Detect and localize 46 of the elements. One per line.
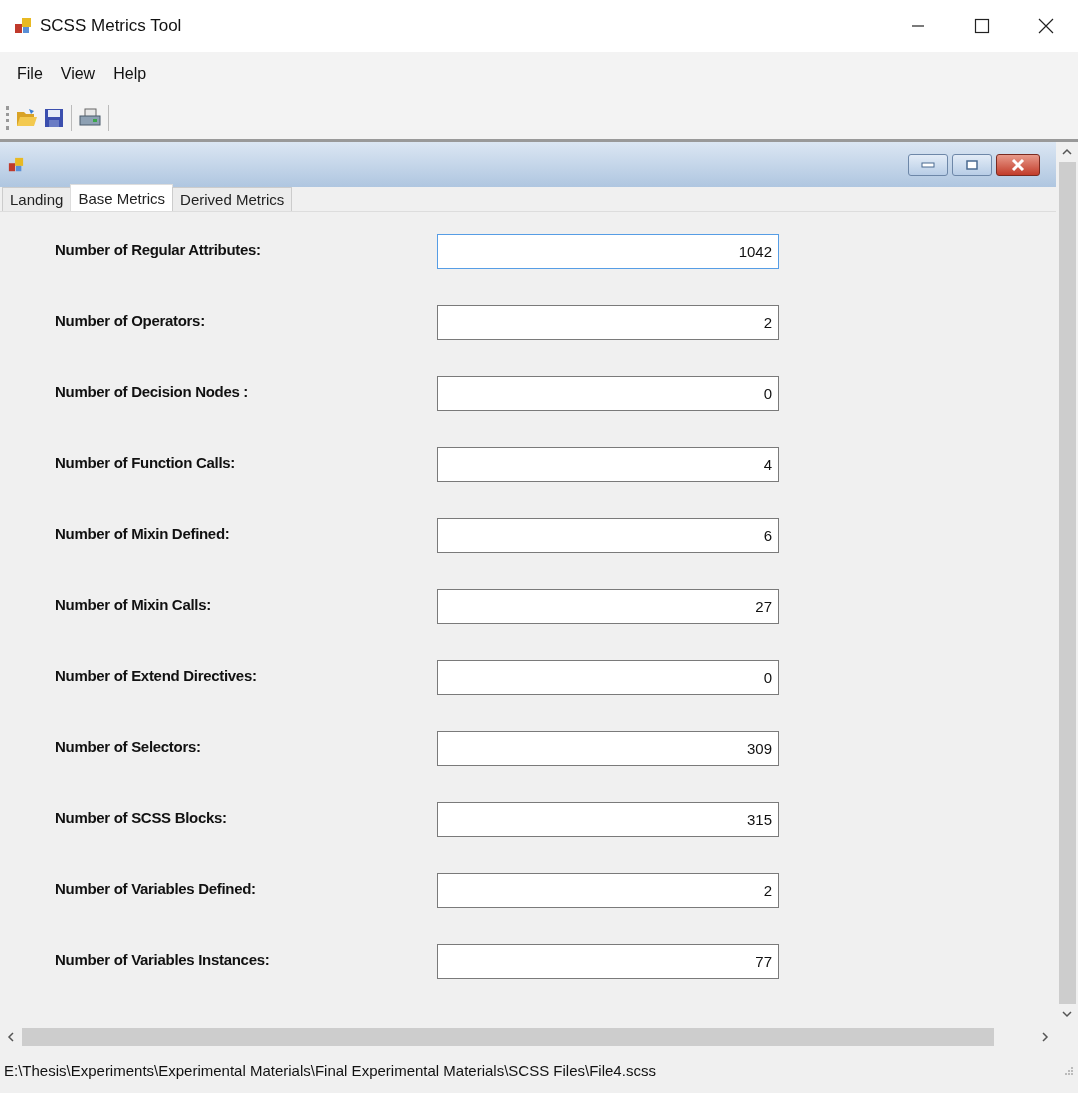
scroll-thumb[interactable]	[1058, 162, 1076, 1004]
restore-button[interactable]	[952, 153, 992, 176]
metric-field[interactable]: 77	[437, 944, 779, 979]
metric-label: Number of Mixin Defined:	[55, 524, 231, 544]
app-icon	[14, 17, 32, 35]
child-window-icon	[8, 156, 24, 173]
close-button[interactable]	[996, 153, 1040, 176]
metric-label: Number of Variables Defined:	[55, 879, 257, 899]
metric-label: Number of Operators:	[55, 311, 206, 331]
metric-label: Number of Mixin Calls:	[55, 595, 212, 615]
metric-label: Number of Regular Attributes:	[55, 240, 262, 260]
minimize-icon	[911, 25, 925, 27]
minimize-icon	[921, 161, 935, 168]
metric-field[interactable]: 315	[437, 802, 779, 837]
minimize-button[interactable]	[908, 153, 948, 176]
close-icon	[1038, 18, 1054, 34]
metric-label: Number of Selectors:	[55, 737, 202, 757]
menu-item[interactable]: File	[8, 58, 52, 90]
vertical-scrollbar[interactable]	[1056, 142, 1078, 1024]
metric-label: Number of Variables Instances:	[55, 950, 271, 970]
tab[interactable]: Base Metrics	[70, 184, 174, 211]
metric-field[interactable]: 0	[437, 376, 779, 411]
metric-label: Number of Decision Nodes :	[55, 382, 250, 402]
metric-field[interactable]: 27	[437, 589, 779, 624]
menu-item[interactable]: View	[51, 58, 105, 90]
close-icon	[1011, 158, 1025, 171]
metric-field[interactable]: 6	[437, 518, 779, 553]
file-path: E:\Thesis\Experiments\Experimental Materials\Final Experimental Materials\SCSS Files\File4.scss	[4, 1060, 656, 1081]
menu-item[interactable]: Help	[104, 58, 156, 90]
tab[interactable]: Derived Metrics	[172, 187, 293, 211]
metric-field[interactable]: 309	[437, 731, 779, 766]
metric-label: Number of SCSS Blocks:	[55, 808, 228, 828]
maximize-icon	[974, 18, 990, 34]
metric-label: Number of Extend Directives:	[55, 666, 258, 686]
metric-field[interactable]: 4	[437, 447, 779, 482]
metric-field[interactable]: 1042	[437, 234, 779, 269]
metric-field[interactable]: 2	[437, 305, 779, 340]
scroll-thumb[interactable]	[22, 1027, 994, 1046]
metric-label: Number of Function Calls:	[55, 453, 236, 473]
window-title: SCSS Metrics Tool	[40, 15, 182, 38]
tab[interactable]: Landing	[2, 187, 72, 211]
metric-field[interactable]: 0	[437, 660, 779, 695]
horizontal-scrollbar[interactable]	[0, 1024, 1078, 1049]
restore-icon	[966, 159, 978, 170]
metric-field[interactable]: 2	[437, 873, 779, 908]
resize-grip-icon[interactable]	[1064, 1066, 1074, 1076]
